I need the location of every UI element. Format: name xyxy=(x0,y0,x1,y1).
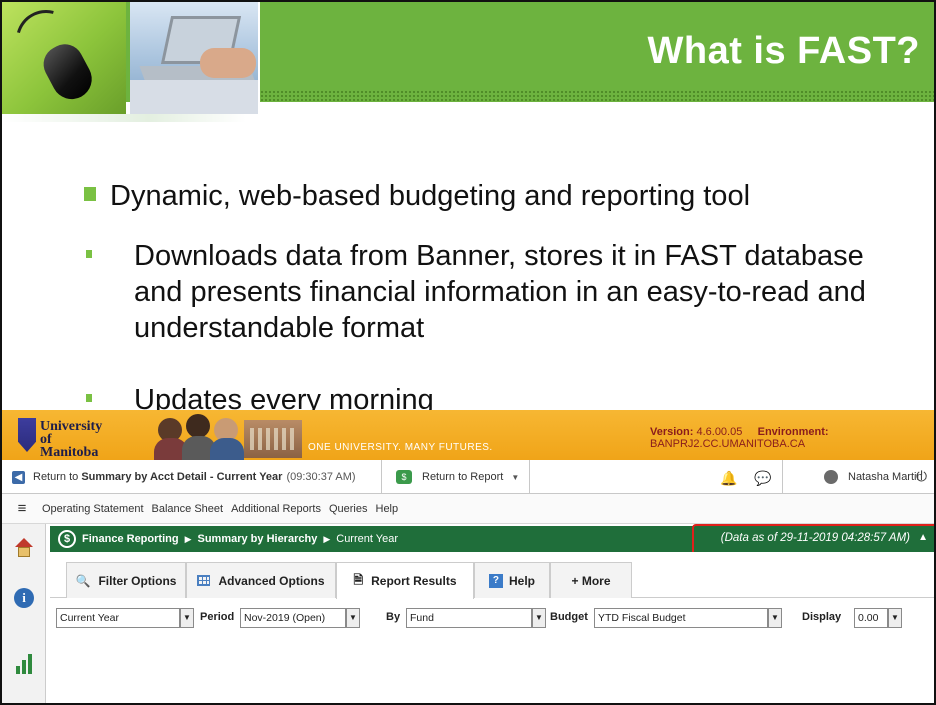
hamburger-menu-icon[interactable]: ≡ xyxy=(2,500,42,517)
breadcrumb-summary-by-hierarchy[interactable]: Summary by Hierarchy xyxy=(197,533,317,545)
breadcrumb-current-year: Current Year xyxy=(336,533,399,545)
budget-select[interactable]: YTD Fiscal Budget xyxy=(594,608,768,628)
period-label: Period xyxy=(200,611,235,623)
chevron-right-icon: ▶ xyxy=(323,533,331,544)
bullet-sub-1-text: Downloads data from Banner, stores it in… xyxy=(134,240,866,344)
bullet-main-text: Dynamic, web-based budgeting and reporti… xyxy=(110,180,751,212)
tab-filter-options[interactable]: 🔍 Filter Options xyxy=(66,562,186,598)
filter-row: Current Year ▼ Period Nov-2019 (Open) ▼ … xyxy=(50,598,934,638)
menu-balance-sheet[interactable]: Balance Sheet xyxy=(152,503,224,515)
display-label: Display xyxy=(802,611,842,623)
by-label: By xyxy=(386,611,401,623)
banner-photo xyxy=(152,412,302,462)
bullet-marker xyxy=(86,394,92,402)
left-sidebar: i xyxy=(2,524,46,703)
menu-help[interactable]: Help xyxy=(376,503,399,515)
tagline: ONE UNIVERSITY. MANY FUTURES. xyxy=(308,442,493,453)
report-icon: $ xyxy=(396,470,412,484)
chevron-down-icon[interactable]: ▼ xyxy=(180,608,194,628)
scope-select[interactable]: Current Year xyxy=(56,608,180,628)
app-banner: University of Manitoba ONE UNIVERSITY. M… xyxy=(2,410,934,462)
app-toolbar: ◀ Return to Summary by Acct Detail - Cur… xyxy=(2,460,934,494)
computer-mouse-photo xyxy=(2,2,126,114)
power-icon[interactable]: ⏻ xyxy=(916,468,927,485)
info-icon[interactable]: i xyxy=(14,588,34,608)
search-icon: 🔍 xyxy=(75,573,91,588)
bullet-marker xyxy=(84,187,96,201)
document-icon: 🗎 xyxy=(353,572,364,587)
bell-icon[interactable]: 🔔 xyxy=(720,470,737,487)
tab-more[interactable]: + More xyxy=(550,562,632,598)
chat-icon[interactable]: 💬 xyxy=(754,470,771,487)
bar-chart-icon[interactable] xyxy=(14,654,34,674)
menu-additional-reports[interactable]: Additional Reports xyxy=(231,503,321,515)
university-logo: University of Manitoba xyxy=(18,416,108,460)
budget-label: Budget xyxy=(550,611,588,623)
bullet-main: Dynamic, web-based budgeting and reporti… xyxy=(84,178,910,214)
chevron-down-icon: ▼ xyxy=(511,472,520,482)
by-select[interactable]: Fund xyxy=(406,608,532,628)
chevron-down-icon[interactable]: ▼ xyxy=(768,608,782,628)
main-menu: ≡ Operating Statement Balance Sheet Addi… xyxy=(2,494,934,524)
bullet-marker xyxy=(86,250,92,258)
menu-queries[interactable]: Queries xyxy=(329,503,368,515)
menu-operating-statement[interactable]: Operating Statement xyxy=(42,503,144,515)
report-tabs: 🔍 Filter Options Advanced Options 🗎 Repo… xyxy=(50,552,934,599)
version-info: Version: 4.6.00.05 Environment: BANPRJ2.… xyxy=(650,426,829,450)
user-name[interactable]: Natasha Martin xyxy=(848,471,923,483)
tab-advanced-options[interactable]: Advanced Options xyxy=(186,562,336,598)
chevron-down-icon[interactable]: ▼ xyxy=(888,608,902,628)
title-underline xyxy=(2,114,246,122)
return-link[interactable]: ◀ Return to Summary by Acct Detail - Cur… xyxy=(2,460,382,494)
home-icon[interactable] xyxy=(14,538,34,558)
user-icon[interactable] xyxy=(824,470,838,484)
bullet-sub-1: Downloads data from Banner, stores it in… xyxy=(86,238,894,346)
help-icon: ? xyxy=(488,573,503,588)
dotted-divider xyxy=(252,90,934,102)
shield-icon xyxy=(18,418,36,452)
chevron-down-icon[interactable]: ▼ xyxy=(346,608,360,628)
slide-title: What is FAST? xyxy=(647,30,920,72)
slide: What is FAST? Dynamic, web-based budgeti… xyxy=(0,0,936,705)
tab-report-results[interactable]: 🗎 Report Results xyxy=(336,562,474,599)
period-select[interactable]: Nov-2019 (Open) xyxy=(240,608,346,628)
chevron-down-icon[interactable]: ▼ xyxy=(532,608,546,628)
breadcrumb-finance-reporting[interactable]: Finance Reporting xyxy=(82,533,179,545)
return-to-report-button[interactable]: $ Return to Report ▼ xyxy=(382,460,530,494)
fast-app-screenshot: University of Manitoba ONE UNIVERSITY. M… xyxy=(2,410,934,703)
back-arrow-icon: ◀ xyxy=(12,470,25,484)
grid-icon xyxy=(197,575,211,586)
laptop-photo xyxy=(130,2,260,114)
display-select[interactable]: 0.00 xyxy=(854,608,888,628)
tab-help[interactable]: ? Help xyxy=(474,562,550,598)
dollar-icon: $ xyxy=(58,530,76,548)
chevron-right-icon: ▶ xyxy=(184,533,192,544)
